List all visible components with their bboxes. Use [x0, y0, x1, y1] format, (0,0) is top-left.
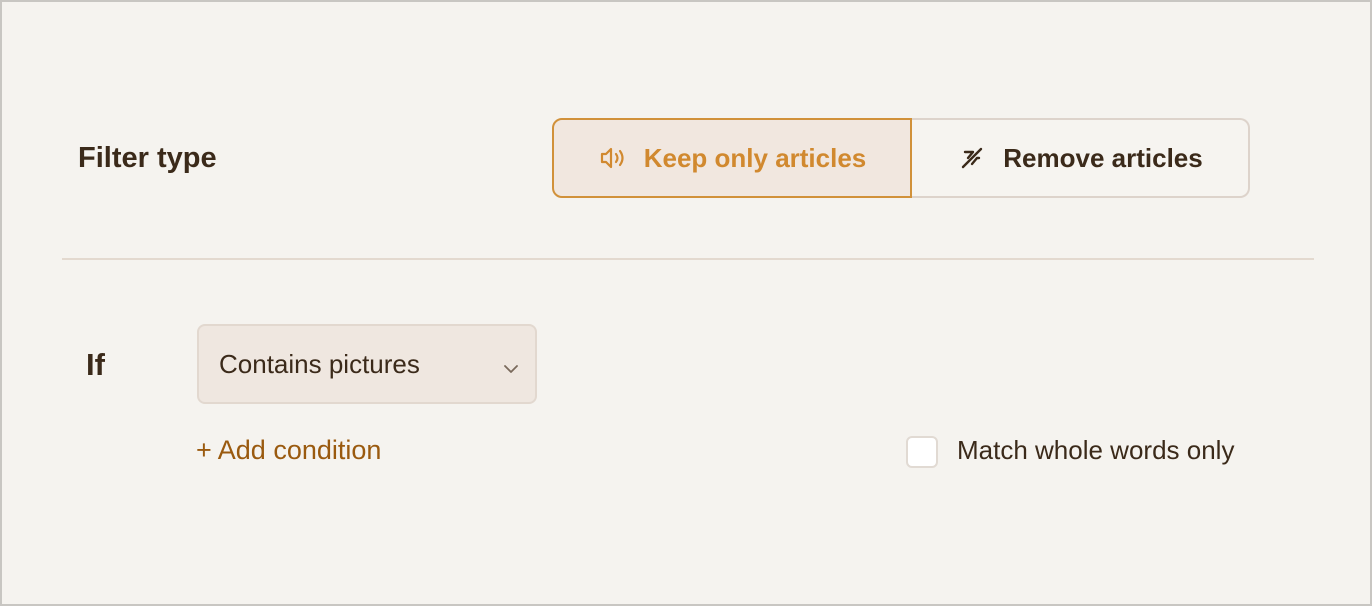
slash-icon — [957, 143, 987, 173]
speaker-icon — [598, 143, 628, 173]
keep-only-articles-button[interactable]: Keep only articles — [552, 118, 912, 198]
if-label: If — [86, 347, 105, 382]
filter-type-segmented-control: Keep only articles Remove articles — [552, 118, 1250, 198]
add-condition-link[interactable]: + Add condition — [196, 435, 381, 466]
remove-articles-label: Remove articles — [1003, 142, 1203, 173]
chevron-down-icon — [501, 355, 521, 375]
filter-settings-panel: Filter type Keep only articles Remove ar… — [0, 0, 1372, 606]
match-whole-words-label: Match whole words only — [957, 435, 1235, 465]
condition-select-value: Contains pictures — [219, 348, 420, 379]
section-divider — [62, 258, 1314, 260]
remove-articles-button[interactable]: Remove articles — [912, 118, 1250, 198]
match-whole-words-checkbox[interactable] — [906, 436, 938, 468]
condition-select[interactable]: Contains pictures — [197, 324, 537, 404]
keep-only-articles-label: Keep only articles — [643, 142, 867, 173]
filter-type-label: Filter type — [78, 142, 217, 174]
